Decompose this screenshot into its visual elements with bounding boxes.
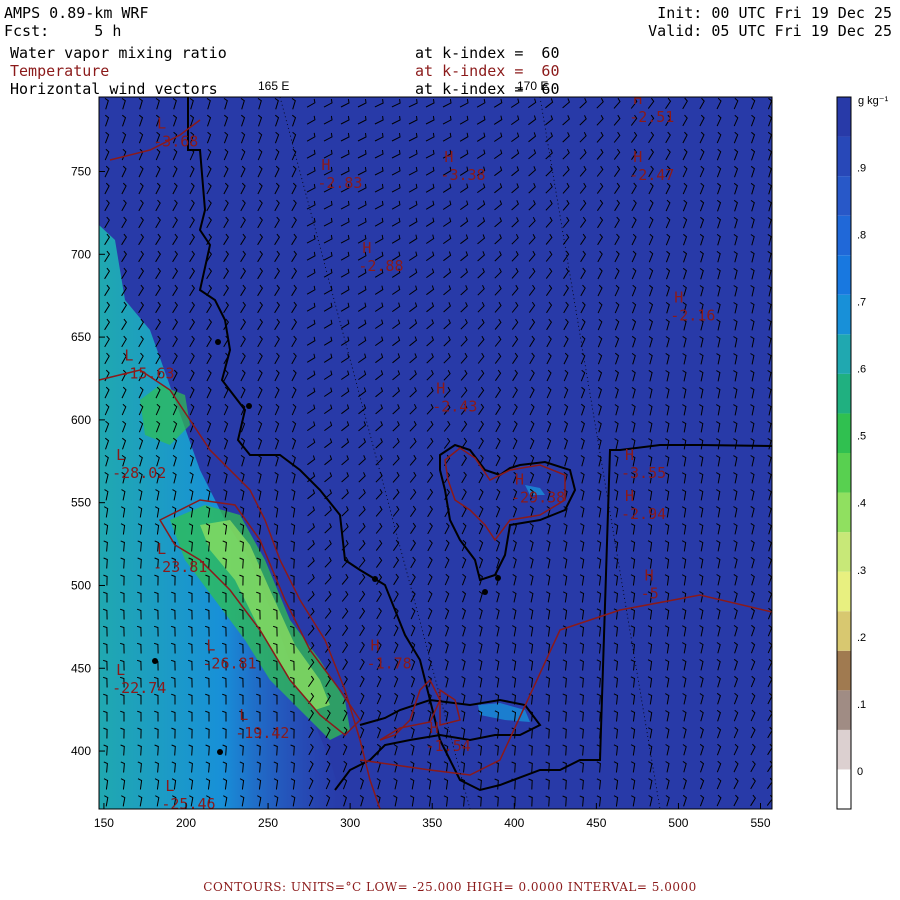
- temperature-label: -2.47: [629, 166, 674, 184]
- temperature-label: -2.88: [358, 257, 403, 275]
- temperature-label: -15.63: [120, 364, 174, 382]
- temperature-label: -25.46: [161, 795, 215, 813]
- colorbar-tick-label: .5: [857, 431, 866, 443]
- temperature-label: -5: [641, 585, 659, 603]
- y-tick-label: 650: [71, 330, 91, 344]
- extremum-marker: H: [371, 636, 380, 654]
- colorbar-tick-label: .9: [857, 162, 866, 174]
- lon-label-170e: 170 E: [517, 79, 548, 93]
- extremum-marker: H: [625, 446, 634, 464]
- x-tick-label: 550: [750, 816, 770, 830]
- colorbar-swatch: [837, 611, 851, 651]
- extremum-marker: H: [625, 487, 634, 505]
- colorbar-swatch: [837, 215, 851, 256]
- extremum-marker: L: [116, 661, 125, 679]
- extremum-marker: H: [645, 567, 654, 585]
- colorbar-swatch: [837, 176, 851, 216]
- colorbar-swatch: [837, 294, 851, 335]
- lon-label-165e: 165 E: [258, 79, 289, 93]
- colorbar: 0 .1 .2 .3 .4 .5 .6 .7 .8 .9: [836, 96, 866, 810]
- x-tick-label: 500: [668, 816, 688, 830]
- extremum-marker: L: [165, 777, 174, 795]
- temperature-label: -28.02: [112, 464, 166, 482]
- colorbar-tick-label: .2: [857, 632, 866, 644]
- x-tick-label: 300: [340, 816, 360, 830]
- temperature-label: -23.81: [153, 558, 207, 576]
- extremum-marker: H: [444, 148, 453, 166]
- colorbar-swatch: [837, 97, 851, 137]
- extremum-marker: L: [239, 706, 248, 724]
- extremum-marker: L: [206, 636, 215, 654]
- x-tick-label: 450: [586, 816, 606, 830]
- x-tick-label: 250: [258, 816, 278, 830]
- y-tick-label: 600: [71, 413, 91, 427]
- colorbar-swatch: [837, 492, 851, 533]
- extremum-marker: H: [436, 380, 445, 398]
- colorbar-swatch: [837, 769, 851, 809]
- colorbar-swatch: [837, 532, 851, 572]
- colorbar-tick-label: .1: [857, 699, 866, 711]
- temperature-label: -3.55: [621, 464, 666, 482]
- colorbar-tick-label: .6: [857, 364, 866, 376]
- colorbar-swatch: [837, 136, 851, 177]
- extremum-marker: H: [362, 239, 371, 257]
- extremum-marker: L: [157, 115, 166, 133]
- colorbar-swatch: [837, 571, 851, 612]
- colorbar-swatch: [837, 413, 851, 453]
- temperature-label: -2.16: [670, 307, 715, 325]
- colorbar-tick-label: .4: [857, 498, 866, 510]
- x-tick-label: 200: [176, 816, 196, 830]
- colorbar-tick-label: 0: [857, 766, 863, 778]
- y-tick-label: 500: [71, 578, 91, 592]
- extremum-marker: H: [515, 471, 524, 489]
- temperature-label: -2.51: [629, 108, 674, 126]
- temperature-label: -2.83: [317, 174, 362, 192]
- temperature-label: -3.38: [440, 166, 485, 184]
- colorbar-swatch: [837, 255, 851, 295]
- colorbar-unit: g kg⁻¹: [858, 95, 889, 107]
- temperature-label: -2.43: [432, 398, 477, 416]
- y-tick-label: 750: [71, 165, 91, 179]
- x-tick-label: 400: [504, 816, 524, 830]
- colorbar-tick-label: .8: [857, 229, 866, 241]
- extremum-marker: H: [633, 148, 642, 166]
- plot-area: -2.51 -2.47 -2.83 -3.38 -2.88 -2.16 -2.43 -3.55…: [71, 79, 889, 830]
- colorbar-swatch: [837, 373, 851, 414]
- colorbar-swatch: [837, 334, 851, 374]
- colorbar-swatch: [837, 453, 851, 493]
- extremum-marker: H: [430, 719, 439, 737]
- temperature-label: -2.94: [621, 505, 666, 523]
- extremum-marker: L: [124, 346, 133, 364]
- y-tick-label: 700: [71, 247, 91, 261]
- x-tick-label: 350: [422, 816, 442, 830]
- extremum-marker: L: [157, 540, 166, 558]
- temperature-label: -29.38: [511, 489, 565, 507]
- temperature-label: -26.81: [202, 654, 256, 672]
- extremum-marker: L: [116, 446, 125, 464]
- extremum-marker: H: [633, 90, 642, 108]
- temperature-label: -19.42: [235, 724, 289, 742]
- x-tick-label: 150: [94, 816, 114, 830]
- temperature-label: -1.78: [367, 654, 412, 672]
- colorbar-tick-label: .3: [857, 565, 866, 577]
- extremum-marker: H: [674, 289, 683, 307]
- contour-info: CONTOURS: UNITS=°C LOW= -25.000 HIGH= 0.…: [203, 880, 697, 894]
- colorbar-swatch: [837, 690, 851, 730]
- y-tick-label: 400: [71, 744, 91, 758]
- y-tick-label: 450: [71, 661, 91, 675]
- colorbar-tick-label: .7: [857, 296, 866, 308]
- temperature-label: -3.68: [153, 133, 198, 151]
- colorbar-swatch: [837, 650, 851, 691]
- temperature-label: -22.74: [112, 679, 166, 697]
- temperature-label: -1.54: [426, 737, 471, 755]
- y-tick-label: 550: [71, 496, 91, 510]
- extremum-marker: H: [321, 156, 330, 174]
- colorbar-swatch: [837, 729, 851, 770]
